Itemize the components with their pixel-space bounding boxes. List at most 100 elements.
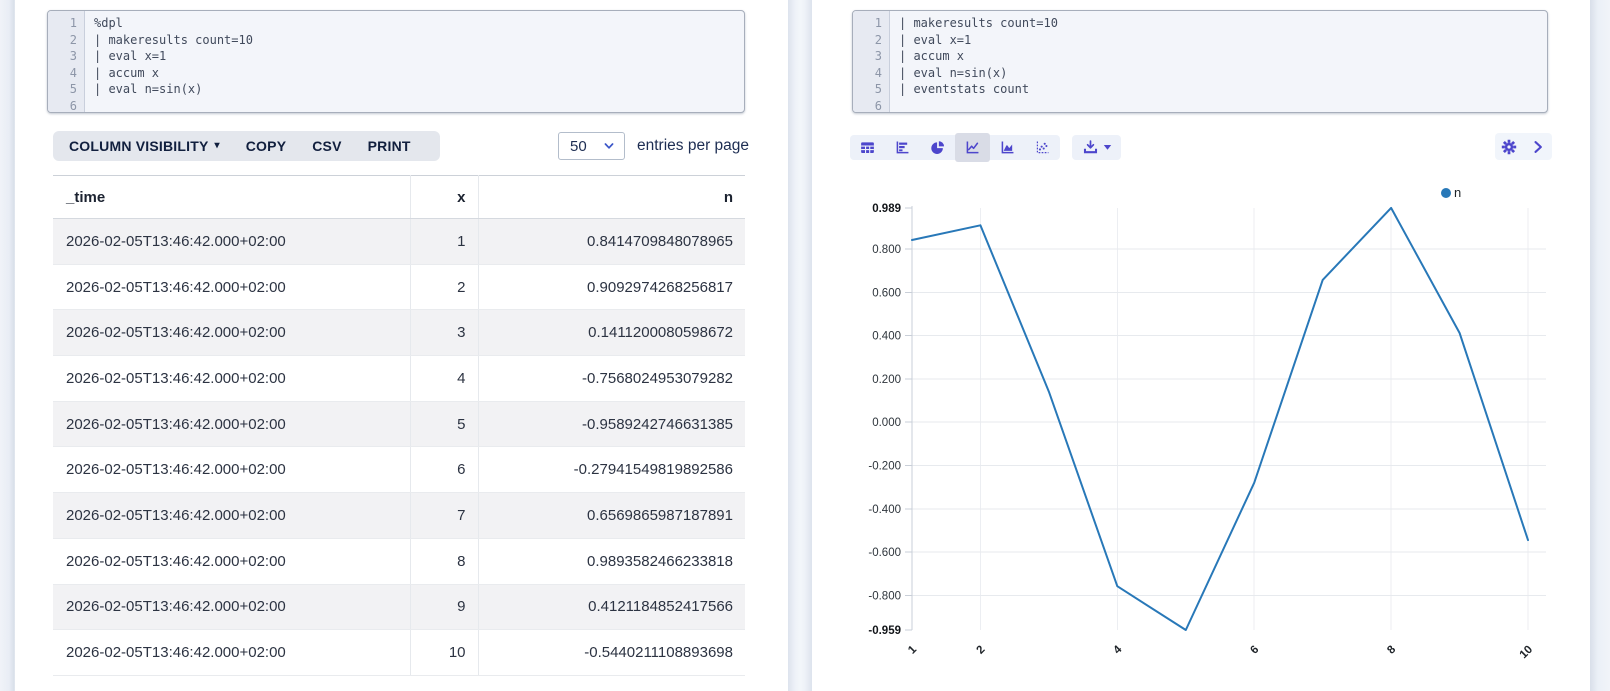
column-header-n[interactable]: n: [478, 175, 745, 219]
pie-chart-icon: [931, 141, 945, 154]
chart-settings-toolbar: [1495, 133, 1552, 160]
cell-x: 10: [410, 629, 479, 676]
y-tick-label: 0.000: [872, 417, 901, 429]
cell-x: 9: [410, 584, 479, 631]
cell-time: 2026-02-05T13:46:42.000+02:00: [53, 218, 411, 265]
line-number: 3: [874, 49, 882, 64]
line-chart-panel: 0.989 0.800 0.600 0.400 0.200 0.000 -0.200 -0.4…: [845, 178, 1560, 683]
legend-item-n[interactable]: n: [1441, 185, 1461, 200]
code-line: | accum x: [899, 49, 965, 64]
code-lines[interactable]: | makeresults count=10 | eval x=1 | accum …: [890, 11, 1058, 112]
chevron-right-icon: [1534, 140, 1542, 153]
cell-gutter-right: [1590, 0, 1610, 691]
line-number: 1: [69, 16, 77, 30]
legend-dot: [1441, 187, 1451, 198]
cell-x: 5: [410, 401, 479, 448]
cell-n: 0.6569865987187891: [478, 492, 745, 539]
gear-icon: [1501, 139, 1517, 154]
code-line: | eventstats count: [899, 82, 1030, 97]
table-row: 2026-02-05T13:46:42.000+02:00 1 0.84147098…: [53, 218, 745, 265]
code-line: | eval x=1: [899, 32, 972, 47]
cell-x: 4: [410, 355, 479, 402]
x-tick-label: 8: [1385, 643, 1398, 656]
cell-time: 2026-02-05T13:46:42.000+02:00: [53, 629, 411, 676]
table-row: 2026-02-05T13:46:42.000+02:00 4 -0.7568024…: [53, 355, 745, 402]
code-editor-right[interactable]: 123456 | makeresults count=10 | eval x=1 |…: [852, 10, 1548, 113]
legend-label: n: [1454, 185, 1462, 200]
table-row: 2026-02-05T13:46:42.000+02:00 3 0.14112000…: [53, 309, 745, 357]
table-row: 2026-02-05T13:46:42.000+02:00 10 -0.544021…: [53, 629, 745, 676]
code-lines[interactable]: %dpl | makeresults count=10 | eval x=1 | ac…: [85, 11, 253, 112]
line-number: 3: [69, 49, 77, 64]
line-number: 1: [874, 16, 882, 30]
y-tick-label: -0.600: [868, 547, 901, 559]
code-editor-left[interactable]: 123456 %dpl | makeresults count=10 | eval …: [47, 10, 745, 113]
x-tick-label: 4: [1111, 643, 1124, 656]
y-tick-label: -0.959: [868, 625, 901, 637]
chart-type-toolbar: [850, 133, 1060, 162]
line-number-gutter: 123456: [48, 11, 85, 112]
print-button[interactable]: PRINT: [355, 138, 424, 154]
results-table: _time x n 2026-02-05T13:46:42.000+02:00 1 0.…: [53, 175, 745, 676]
series-line-n: [911, 206, 1529, 631]
table-view-button[interactable]: [850, 135, 885, 160]
cell-time: 2026-02-05T13:46:42.000+02:00: [53, 309, 411, 357]
cell-x: 2: [410, 264, 479, 311]
cell-x: 8: [410, 538, 479, 585]
page-size-select[interactable]: 50: [558, 132, 625, 160]
column-visibility-button[interactable]: COLUMN VISIBILITY ▾: [69, 138, 233, 154]
download-toolbar: [1072, 135, 1121, 160]
csv-button[interactable]: CSV: [299, 138, 354, 154]
copy-button[interactable]: COPY: [233, 138, 299, 154]
line-number: 4: [874, 65, 882, 80]
cell-time: 2026-02-05T13:46:42.000+02:00: [53, 401, 411, 448]
line-chart-button[interactable]: [955, 133, 990, 162]
cell-n: 0.8414709848078965: [478, 218, 745, 265]
line-number: 5: [69, 82, 77, 97]
cell-time: 2026-02-05T13:46:42.000+02:00: [53, 446, 411, 494]
cell-n: 0.9092974268256817: [478, 264, 745, 311]
cell-n: 0.1411200080598672: [478, 309, 745, 357]
line-chart: 0.989 0.800 0.600 0.400 0.200 0.000 -0.200 -0.4…: [868, 203, 1546, 661]
cell-time: 2026-02-05T13:46:42.000+02:00: [53, 584, 411, 631]
table-row: 2026-02-05T13:46:42.000+02:00 6 -0.2794154…: [53, 446, 745, 494]
y-tick-label: 0.200: [872, 374, 901, 386]
code-line: | makeresults count=10: [899, 16, 1058, 30]
y-tick-label: 0.989: [872, 203, 901, 215]
table-row: 2026-02-05T13:46:42.000+02:00 8 0.98935824…: [53, 538, 745, 585]
code-line: | makeresults count=10: [94, 32, 253, 47]
y-tick-label: 0.400: [872, 331, 901, 343]
expand-button[interactable]: [1529, 138, 1547, 156]
line-number: 2: [874, 32, 882, 47]
notebook-page: 123456 %dpl | makeresults count=10 | eval …: [0, 0, 1610, 691]
line-number: 5: [874, 82, 882, 97]
code-line: %dpl: [94, 16, 123, 30]
table-row: 2026-02-05T13:46:42.000+02:00 9 0.41211848…: [53, 584, 745, 631]
download-button[interactable]: [1082, 139, 1112, 156]
chevron-down-icon: [604, 143, 614, 149]
scatter-chart-icon: [1036, 141, 1049, 154]
y-tick-label: -0.400: [868, 504, 901, 516]
table-row: 2026-02-05T13:46:42.000+02:00 5 -0.9589242…: [53, 401, 745, 448]
cell-time: 2026-02-05T13:46:42.000+02:00: [53, 492, 411, 539]
column-header-_time[interactable]: _time: [53, 175, 411, 219]
table-icon: [861, 142, 874, 154]
page-size-value: 50: [570, 137, 587, 155]
cell-n: -0.27941549819892586: [478, 446, 745, 494]
pie-chart-button[interactable]: [920, 135, 955, 160]
area-chart-icon: [1001, 141, 1014, 154]
cell-n: -0.7568024953079282: [478, 355, 745, 402]
bar-chart-button[interactable]: [885, 135, 920, 160]
line-chart-icon: [966, 141, 979, 154]
cell-time: 2026-02-05T13:46:42.000+02:00: [53, 355, 411, 402]
table-button-bar: COLUMN VISIBILITY ▾ COPY CSV PRINT: [53, 131, 440, 161]
settings-button[interactable]: [1500, 138, 1518, 156]
code-line: | eval n=sin(x): [899, 65, 1008, 80]
table-header-row: _time x n: [53, 175, 745, 219]
area-chart-button[interactable]: [990, 135, 1025, 160]
column-header-x[interactable]: x: [410, 175, 479, 219]
line-number: 2: [69, 32, 77, 47]
caret-down-icon: ▾: [214, 140, 220, 151]
scatter-chart-button[interactable]: [1025, 135, 1060, 160]
